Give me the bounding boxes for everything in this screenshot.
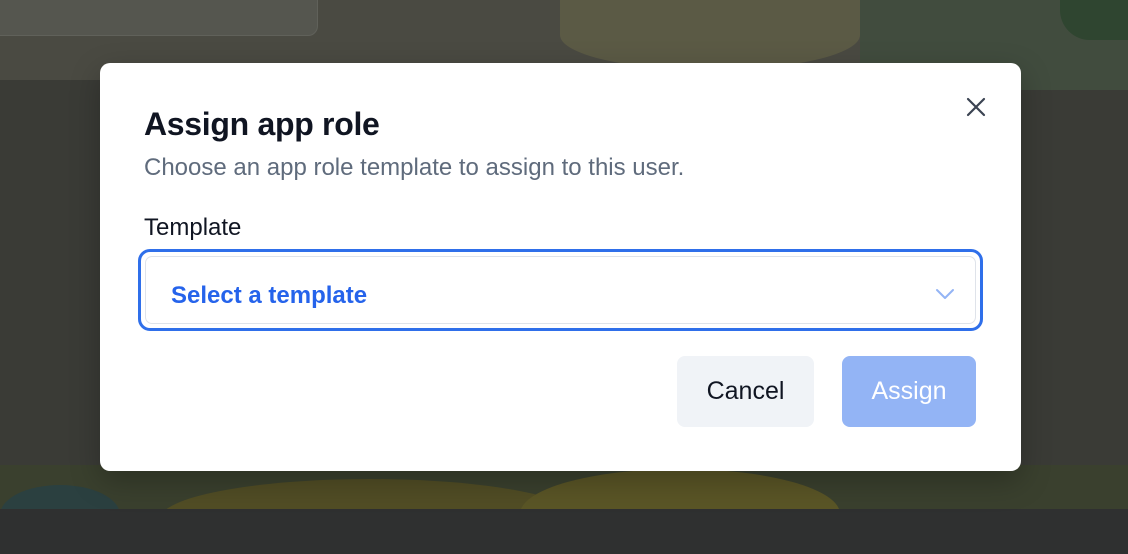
background-illustration: [0, 465, 1128, 509]
template-select-inner: Select a template: [145, 256, 976, 324]
dialog-subtitle: Choose an app role template to assign to…: [144, 154, 685, 181]
assign-button[interactable]: Assign: [842, 356, 976, 427]
template-label: Template: [144, 214, 242, 241]
cancel-button[interactable]: Cancel: [677, 356, 814, 427]
background-shape: [160, 479, 580, 509]
template-select[interactable]: Select a template: [138, 249, 983, 331]
background-shape: [0, 485, 120, 509]
template-select-placeholder: Select a template: [171, 282, 368, 309]
close-button[interactable]: [962, 93, 990, 121]
assign-app-role-dialog: Assign app role Choose an app role templ…: [100, 63, 1021, 471]
background-illustration: [560, 0, 860, 70]
background-shape: [520, 469, 840, 509]
chevron-down-icon: [936, 289, 954, 299]
close-icon: [966, 97, 986, 117]
background-footer: [0, 509, 1128, 554]
background-card: [0, 0, 318, 36]
dialog-title: Assign app role: [144, 106, 380, 142]
